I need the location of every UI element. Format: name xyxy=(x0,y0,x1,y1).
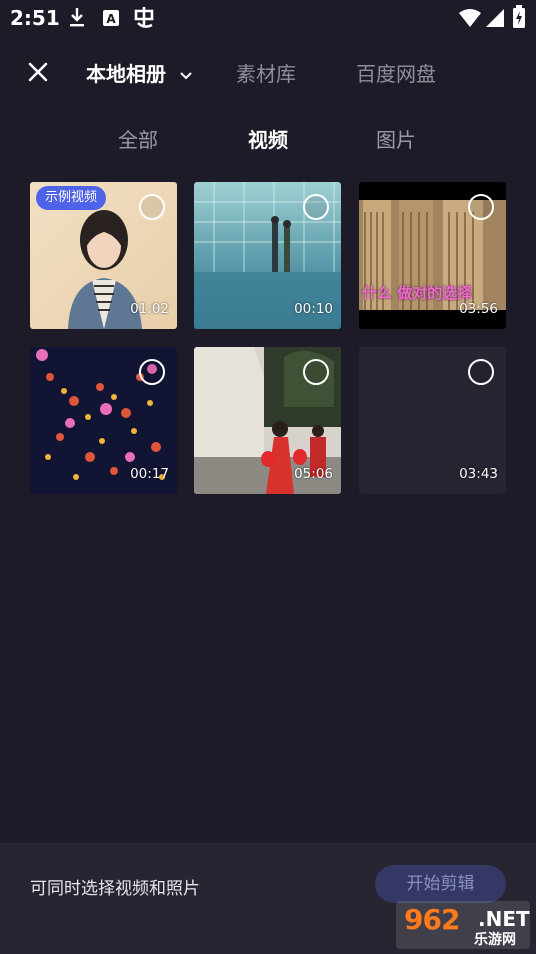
sample-video-badge: 示例视频 xyxy=(36,186,107,210)
media-item[interactable]: 什么 做对的选择 03:56 xyxy=(359,182,506,329)
close-icon[interactable] xyxy=(24,58,52,86)
select-circle[interactable] xyxy=(303,194,329,220)
signal-icon xyxy=(486,9,504,27)
select-circle[interactable] xyxy=(139,194,165,220)
media-item[interactable]: 示例视频 01:02 xyxy=(30,182,177,329)
video-duration: 05:06 xyxy=(294,466,333,482)
chevron-down-icon xyxy=(180,71,192,79)
select-circle[interactable] xyxy=(303,359,329,385)
media-item[interactable]: 05:06 xyxy=(194,347,341,494)
download-icon xyxy=(70,8,84,27)
tab-material-library[interactable]: 素材库 xyxy=(236,58,296,87)
tab-image[interactable]: 图片 xyxy=(376,124,416,153)
watermark-sub: 乐游网 xyxy=(474,932,516,948)
wifi-icon xyxy=(459,9,481,27)
watermark-brand: 962 xyxy=(404,903,460,936)
video-duration: 01:02 xyxy=(130,301,169,317)
source-tabs: 本地相册 素材库 百度网盘 xyxy=(0,44,536,100)
video-duration: 03:56 xyxy=(459,301,498,317)
watermark-logo: 962 .NET 乐游网 xyxy=(396,901,530,949)
media-item[interactable]: 00:10 xyxy=(194,182,341,329)
tab-local-album-label: 本地相册 xyxy=(86,62,166,86)
tab-baidu-netdisk[interactable]: 百度网盘 xyxy=(356,58,436,87)
status-bar: 2:51 A xyxy=(0,0,536,36)
media-item[interactable]: 00:17 xyxy=(30,347,177,494)
video-duration: 00:10 xyxy=(294,301,333,317)
lyric-caption: 什么 做对的选择 xyxy=(362,284,473,302)
video-duration: 00:17 xyxy=(130,466,169,482)
status-time: 2:51 xyxy=(10,6,60,30)
a-app-icon: A xyxy=(103,10,119,26)
tab-all[interactable]: 全部 xyxy=(118,124,158,153)
bug-icon xyxy=(134,7,154,28)
video-duration: 03:43 xyxy=(459,466,498,482)
svg-text:A: A xyxy=(106,12,116,26)
selection-hint: 可同时选择视频和照片 xyxy=(30,879,200,899)
media-item[interactable]: 03:43 xyxy=(359,347,506,494)
battery-charging-icon xyxy=(513,5,525,28)
start-edit-button[interactable]: 开始剪辑 xyxy=(375,865,506,903)
tab-video[interactable]: 视频 xyxy=(248,124,288,153)
select-circle[interactable] xyxy=(468,359,494,385)
tab-local-album[interactable]: 本地相册 xyxy=(86,58,193,87)
select-circle[interactable] xyxy=(139,359,165,385)
select-circle[interactable] xyxy=(468,194,494,220)
watermark-suffix: .NET xyxy=(478,907,530,931)
